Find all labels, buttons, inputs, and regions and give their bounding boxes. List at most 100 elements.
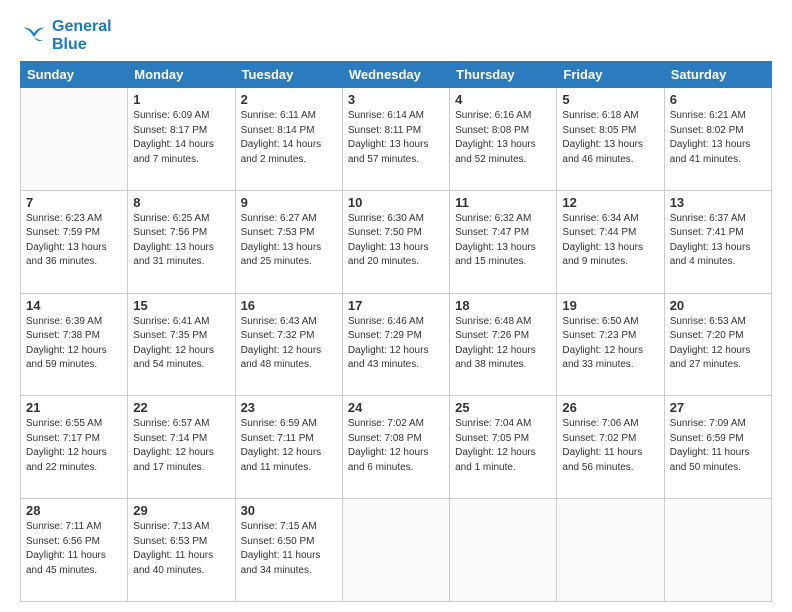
calendar-cell: 6Sunrise: 6:21 AMSunset: 8:02 PMDaylight…	[664, 88, 771, 191]
sunset-label: Sunset: 6:56 PM	[26, 536, 100, 547]
day-number: 25	[455, 400, 551, 415]
daylight-label: Daylight: 12 hours and 33 minutes.	[562, 345, 643, 371]
daylight-label: Daylight: 11 hours and 45 minutes.	[26, 550, 106, 576]
sunrise-label: Sunrise: 7:09 AM	[670, 418, 746, 429]
day-info: Sunrise: 6:14 AMSunset: 8:11 PMDaylight:…	[348, 109, 444, 167]
calendar-week-2: 14Sunrise: 6:39 AMSunset: 7:38 PMDayligh…	[21, 293, 772, 396]
calendar-cell: 24Sunrise: 7:02 AMSunset: 7:08 PMDayligh…	[342, 396, 449, 499]
daylight-label: Daylight: 12 hours and 22 minutes.	[26, 447, 107, 473]
calendar-week-3: 21Sunrise: 6:55 AMSunset: 7:17 PMDayligh…	[21, 396, 772, 499]
sunset-label: Sunset: 6:50 PM	[241, 536, 315, 547]
sunset-label: Sunset: 7:50 PM	[348, 227, 422, 238]
day-info: Sunrise: 7:09 AMSunset: 6:59 PMDaylight:…	[670, 417, 766, 475]
calendar-table: SundayMondayTuesdayWednesdayThursdayFrid…	[20, 61, 772, 602]
day-info: Sunrise: 6:39 AM Sunset: 7:38 PM Daylight:…	[26, 315, 122, 373]
day-info: Sunrise: 6:53 AMSunset: 7:20 PMDaylight:…	[670, 315, 766, 373]
calendar-body: 1Sunrise: 6:09 AMSunset: 8:17 PMDaylight…	[21, 88, 772, 602]
day-info: Sunrise: 6:09 AMSunset: 8:17 PMDaylight:…	[133, 109, 229, 167]
daylight-label: Daylight: 12 hours and 59 minutes.	[26, 345, 107, 371]
sunrise-label: Sunrise: 6:39 AM	[26, 316, 102, 327]
day-number: 2	[241, 92, 337, 107]
day-number: 20	[670, 298, 766, 313]
calendar-cell: 12 Sunrise: 6:34 AMSunset: 7:44 PMDayligh…	[557, 190, 664, 293]
day-number: 9	[241, 195, 337, 210]
calendar-cell: 4Sunrise: 6:16 AMSunset: 8:08 PMDaylight…	[450, 88, 557, 191]
daylight-label: Daylight: 12 hours and 6 minutes.	[348, 447, 429, 473]
sunrise-label: Sunrise: 6:32 AM	[455, 213, 531, 224]
daylight-label: Daylight: 14 hours and 2 minutes.	[241, 139, 322, 165]
day-info: Sunrise: 6:23 AMSunset: 7:59 PMDaylight:…	[26, 212, 122, 270]
weekday-saturday: Saturday	[664, 62, 771, 88]
sunrise-label: Sunrise: 6:53 AM	[670, 316, 746, 327]
sunset-label: Sunset: 7:02 PM	[562, 433, 636, 444]
sunrise-label: Sunrise: 6:46 AM	[348, 316, 424, 327]
day-info: Sunrise: 6:32 AMSunset: 7:47 PMDaylight:…	[455, 212, 551, 270]
daylight-label: Daylight: 12 hours and 43 minutes.	[348, 345, 429, 371]
header: General Blue	[20, 18, 772, 53]
day-info: Sunrise: 6:16 AMSunset: 8:08 PMDaylight:…	[455, 109, 551, 167]
day-number: 8	[133, 195, 229, 210]
calendar-cell: 10Sunrise: 6:30 AMSunset: 7:50 PMDayligh…	[342, 190, 449, 293]
sunset-label: Sunset: 7:11 PM	[241, 433, 314, 444]
day-number: 12	[562, 195, 658, 210]
day-number: 21	[26, 400, 122, 415]
sunrise-label: Sunrise: 6:25 AM	[133, 213, 209, 224]
sunrise-label: Sunrise: 6:57 AM	[133, 418, 209, 429]
calendar-cell: 25 Sunrise: 7:04 AMSunset: 7:05 PMDayligh…	[450, 396, 557, 499]
day-info: Sunrise: 7:13 AMSunset: 6:53 PMDaylight:…	[133, 520, 229, 578]
sunset-label: Sunset: 7:53 PM	[241, 227, 315, 238]
calendar-week-4: 28Sunrise: 7:11 AMSunset: 6:56 PMDayligh…	[21, 499, 772, 602]
weekday-friday: Friday	[557, 62, 664, 88]
daylight-label: Daylight: 12 hours and 17 minutes.	[133, 447, 214, 473]
sunset-label: Sunset: 7:59 PM	[26, 227, 100, 238]
sunrise-label: Sunrise: 7:04 AM	[455, 418, 531, 429]
day-info: Sunrise: 6:25 AMSunset: 7:56 PMDaylight:…	[133, 212, 229, 270]
calendar-cell: 27 Sunrise: 7:09 AMSunset: 6:59 PMDayligh…	[664, 396, 771, 499]
daylight-label: Daylight: 12 hours and 54 minutes.	[133, 345, 214, 371]
daylight-label: Daylight: 11 hours and 50 minutes.	[670, 447, 750, 473]
sunrise-label: Sunrise: 6:59 AM	[241, 418, 317, 429]
sunset-label: Sunset: 7:23 PM	[562, 330, 636, 341]
calendar-cell: 22Sunrise: 6:57 AMSunset: 7:14 PMDayligh…	[128, 396, 235, 499]
day-number: 27	[670, 400, 766, 415]
day-info: Sunrise: 6:34 AMSunset: 7:44 PMDaylight:…	[562, 212, 658, 270]
sunrise-label: Sunrise: 6:11 AM	[241, 110, 316, 121]
calendar-cell: 11Sunrise: 6:32 AMSunset: 7:47 PMDayligh…	[450, 190, 557, 293]
weekday-header-row: SundayMondayTuesdayWednesdayThursdayFrid…	[21, 62, 772, 88]
day-number: 24	[348, 400, 444, 415]
sunrise-label: Sunrise: 6:18 AM	[562, 110, 638, 121]
calendar-cell: 1Sunrise: 6:09 AMSunset: 8:17 PMDaylight…	[128, 88, 235, 191]
calendar-week-1: 7Sunrise: 6:23 AMSunset: 7:59 PMDaylight…	[21, 190, 772, 293]
sunset-label: Sunset: 7:44 PM	[562, 227, 636, 238]
daylight-label: Daylight: 13 hours and 31 minutes.	[133, 242, 214, 268]
day-number: 19	[562, 298, 658, 313]
day-info: Sunrise: 6:27 AMSunset: 7:53 PMDaylight:…	[241, 212, 337, 270]
sunset-label: Sunset: 7:41 PM	[670, 227, 744, 238]
daylight-label: Daylight: 13 hours and 25 minutes.	[241, 242, 322, 268]
daylight-label: Daylight: 12 hours and 38 minutes.	[455, 345, 536, 371]
day-info: Sunrise: 6:41 AMSunset: 7:35 PMDaylight:…	[133, 315, 229, 373]
day-info: Sunrise: 6:37 AMSunset: 7:41 PMDaylight:…	[670, 212, 766, 270]
daylight-label: Daylight: 11 hours and 34 minutes.	[241, 550, 321, 576]
sunset-label: Sunset: 8:02 PM	[670, 125, 744, 136]
calendar-cell	[342, 499, 449, 602]
calendar-cell: 7Sunrise: 6:23 AMSunset: 7:59 PMDaylight…	[21, 190, 128, 293]
sunrise-label: Sunrise: 7:02 AM	[348, 418, 424, 429]
daylight-label: Daylight: 12 hours and 11 minutes.	[241, 447, 322, 473]
day-info: Sunrise: 6:59 AM Sunset: 7:11 PM Daylight:…	[241, 417, 337, 475]
day-number: 5	[562, 92, 658, 107]
day-info: Sunrise: 7:06 AMSunset: 7:02 PMDaylight:…	[562, 417, 658, 475]
daylight-label: Daylight: 13 hours and 46 minutes.	[562, 139, 643, 165]
calendar-cell: 20 Sunrise: 6:53 AMSunset: 7:20 PMDayligh…	[664, 293, 771, 396]
calendar-week-0: 1Sunrise: 6:09 AMSunset: 8:17 PMDaylight…	[21, 88, 772, 191]
sunrise-label: Sunrise: 6:23 AM	[26, 213, 102, 224]
calendar-cell: 28Sunrise: 7:11 AMSunset: 6:56 PMDayligh…	[21, 499, 128, 602]
sunset-label: Sunset: 7:38 PM	[26, 330, 100, 341]
day-info: Sunrise: 7:04 AMSunset: 7:05 PMDaylight:…	[455, 417, 551, 475]
calendar-cell: 5 Sunrise: 6:18 AMSunset: 8:05 PMDaylight…	[557, 88, 664, 191]
sunrise-label: Sunrise: 7:13 AM	[133, 521, 209, 532]
day-info: Sunrise: 6:11 AMSunset: 8:14 PMDaylight:…	[241, 109, 337, 167]
sunrise-label: Sunrise: 6:48 AM	[455, 316, 531, 327]
day-info: Sunrise: 6:18 AMSunset: 8:05 PMDaylight:…	[562, 109, 658, 167]
sunrise-label: Sunrise: 6:50 AM	[562, 316, 638, 327]
